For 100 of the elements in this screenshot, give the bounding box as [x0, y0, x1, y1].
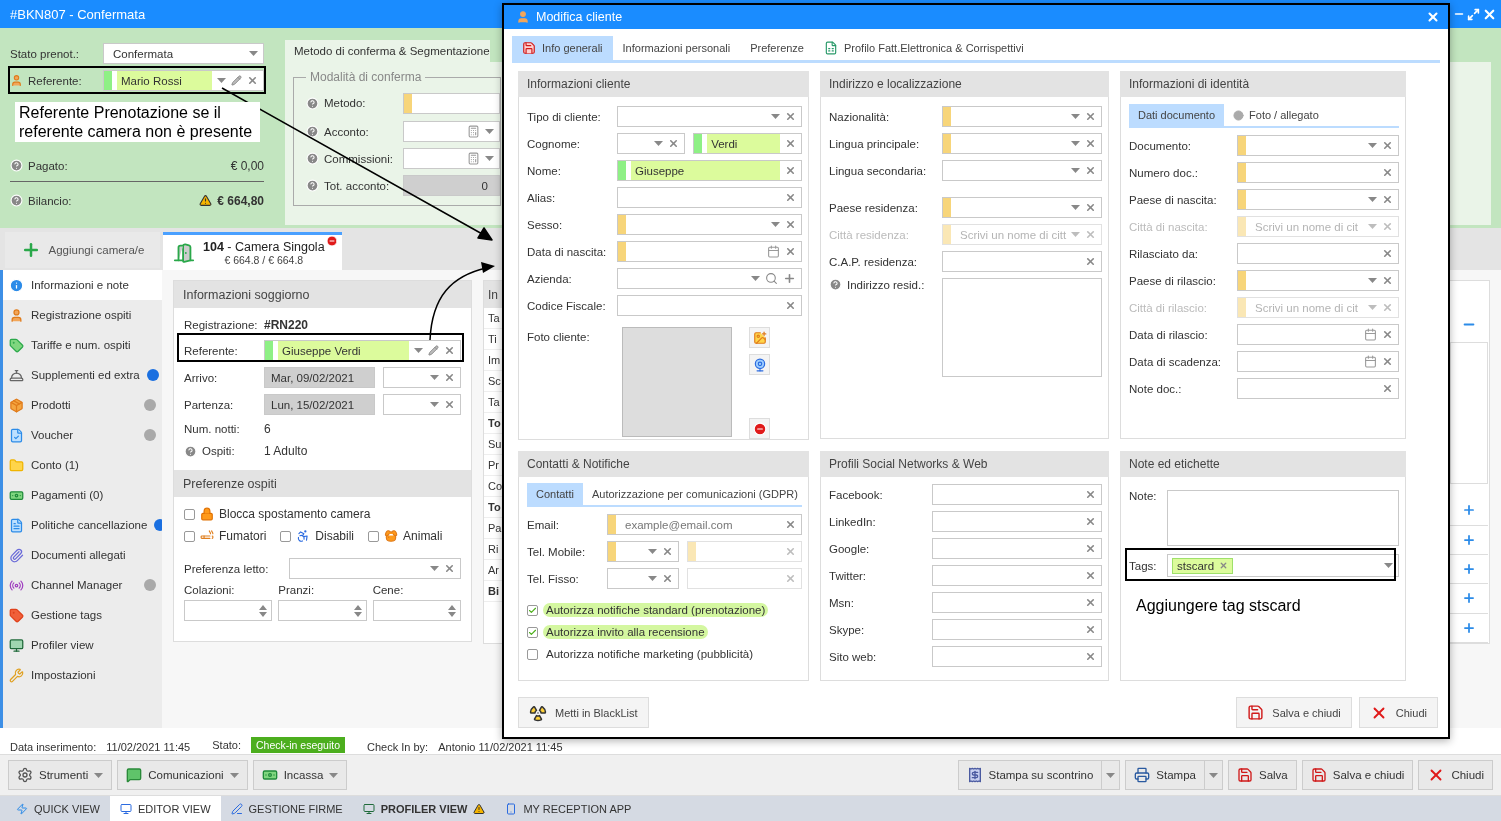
sidebar-item[interactable]: Voucher	[3, 420, 162, 450]
field-label: Preferenza letto:	[184, 562, 269, 575]
view-tab[interactable]: MY RECEPTION APP	[495, 796, 642, 821]
field-label: Referente:	[184, 344, 238, 357]
consent-label: Autorizza notifiche marketing (pubblicità)	[545, 647, 755, 661]
row-label: Su	[488, 438, 502, 450]
row-label: Ri	[488, 543, 499, 555]
text-field[interactable]: example@email.com	[607, 514, 802, 535]
tags-field[interactable]: stscard	[1167, 554, 1399, 577]
tab[interactable]: Profilo Fatt.Elettronica & Corrispettivi	[814, 36, 1034, 60]
toolbar-button[interactable]: Comunicazioni	[117, 760, 248, 790]
tab[interactable]: Preferenze	[740, 36, 814, 60]
view-tab[interactable]: EDITOR VIEW	[110, 796, 221, 821]
view-tab[interactable]: GESTIONE FIRME	[220, 796, 353, 821]
toolbar-button[interactable]: Salva	[1228, 760, 1297, 790]
field-label: C.A.P. residenza:	[829, 255, 917, 268]
field-label: Paese residenza:	[829, 201, 918, 214]
toolbar-button[interactable]: Stampa su scontrino	[957, 760, 1103, 790]
field-value: 1 Adulto	[264, 444, 309, 458]
field-label: Alias:	[527, 191, 556, 204]
sidebar-item[interactable]: Supplementi ed extra	[3, 360, 162, 390]
readonly-field: Lun, 15/02/2021	[264, 394, 375, 415]
view-tab[interactable]: QUICK VIEW	[6, 796, 110, 821]
toolbar-button[interactable]: Stampa	[1125, 760, 1205, 790]
sidebar-item[interactable]: Documenti allegati	[3, 540, 162, 570]
field-label: Lingua principale:	[829, 137, 920, 150]
status-label: Check In by:	[367, 741, 429, 753]
tab[interactable]: Informazioni personali	[612, 36, 741, 60]
add-room-button[interactable]: Aggiungi camera/e	[5, 232, 160, 268]
field-label: Documento:	[1129, 139, 1191, 152]
text-field[interactable]: Verdi	[693, 133, 802, 154]
toolbar-button[interactable]: Salva e chiudi	[1301, 760, 1414, 790]
sidebar-item[interactable]: Prodotti	[3, 390, 162, 420]
dialog-button[interactable]: Chiudi	[1358, 697, 1438, 728]
field-value: € 0,00	[229, 158, 264, 173]
row-label: Sc	[488, 375, 501, 387]
room-title: 104 - Camera Singola	[203, 239, 325, 254]
field-label: Registrazione:	[184, 318, 258, 331]
select-field[interactable]: Mario Rossi	[103, 70, 264, 91]
toolbar-button[interactable]: Chiudi	[1418, 760, 1493, 790]
sidebar-item[interactable]: Profiler view	[3, 630, 162, 660]
field-label: Num. notti:	[184, 423, 240, 435]
field-label: Pagato:	[28, 159, 68, 172]
row-label: Ar	[488, 564, 499, 576]
sidebar-item[interactable]: Registrazione ospiti	[3, 300, 162, 330]
readonly-field: Mar, 09/02/2021	[264, 367, 375, 388]
field-label: Ospiti:	[202, 445, 235, 457]
toolbar-button[interactable]: Strumenti	[8, 760, 113, 790]
option-label: Blocca spostamento camera	[219, 507, 371, 521]
sidebar-item[interactable]: Conto (1)	[3, 450, 162, 480]
field-label: Lingua secondaria:	[829, 164, 927, 177]
readonly-field: 0	[403, 175, 500, 196]
sidebar-item[interactable]: Gestione tags	[3, 600, 162, 630]
panel-title: Note ed etichette	[1120, 451, 1406, 477]
sidebar-item[interactable]: Impostazioni	[3, 660, 162, 690]
row-label: Ta	[488, 312, 500, 324]
view-tab[interactable]: PROFILER VIEW	[352, 796, 496, 821]
row-label: To	[488, 501, 501, 513]
sidebar-item[interactable]: Channel Manager	[3, 570, 162, 600]
field-label: Partenza:	[184, 398, 234, 411]
field-label: Paese di rilascio:	[1129, 274, 1216, 287]
tab[interactable]: Autorizzazione per comunicazioni (GDPR)	[582, 483, 807, 505]
row-label: Pa	[488, 522, 502, 534]
row-label: Im	[488, 354, 501, 366]
tab[interactable]: Dati documento	[1129, 104, 1225, 126]
dialog-button[interactable]: Salva e chiudi	[1236, 697, 1352, 728]
dialog-button[interactable]: Metti in BlackList	[518, 697, 649, 728]
room-tab[interactable]: 104 - Camera Singola € 664.8 / € 664.8	[163, 232, 342, 270]
row-label: Ta	[488, 396, 500, 408]
row-label: Co	[488, 480, 503, 492]
field-label: Rilasciato da:	[1129, 247, 1199, 260]
field-label: Città di rilascio:	[1129, 301, 1207, 314]
status-value: 11/02/2021 11:45	[106, 741, 191, 753]
field-label: Referente:	[28, 74, 82, 87]
status-value: Antonio 11/02/2021 11:45	[438, 741, 563, 753]
field-label: Paese di nascita:	[1129, 193, 1217, 206]
row-label: To	[488, 417, 501, 429]
select-field[interactable]: Giuseppe Verdi	[264, 340, 461, 361]
text-field[interactable]: Giuseppe	[617, 160, 802, 181]
field-label: Facebook:	[829, 488, 883, 501]
tag-chip[interactable]: stscard	[1172, 557, 1234, 574]
option-label: Fumatori	[219, 529, 267, 543]
field-label: Note:	[1129, 490, 1157, 502]
sidebar-item[interactable]: Tariffe e num. ospiti	[3, 330, 162, 360]
field-label: Indirizzo resid.:	[847, 278, 925, 291]
sidebar-item[interactable]: Informazioni e note	[3, 270, 162, 300]
toolbar-button[interactable]: Incassa	[252, 760, 348, 790]
tab[interactable]: Info generali	[512, 36, 613, 60]
field-label: Note doc.:	[1129, 382, 1182, 395]
select-field[interactable]: Confermata	[103, 43, 264, 64]
tab[interactable]: Contatti	[527, 483, 583, 505]
tab[interactable]: Foto / allegato	[1224, 104, 1328, 126]
field-label: LinkedIn:	[829, 515, 876, 528]
tab[interactable]: Metodo di conferma & Segmentazione	[285, 40, 490, 62]
field-label: Msn:	[829, 596, 854, 609]
panel-title: Informazioni soggiorno	[174, 281, 471, 308]
sidebar-item[interactable]: Pagamenti (0)	[3, 480, 162, 510]
room-price: € 664.8 / € 664.8	[224, 253, 304, 266]
field-label: Azienda:	[527, 272, 572, 285]
field-label: Skype:	[829, 623, 865, 636]
